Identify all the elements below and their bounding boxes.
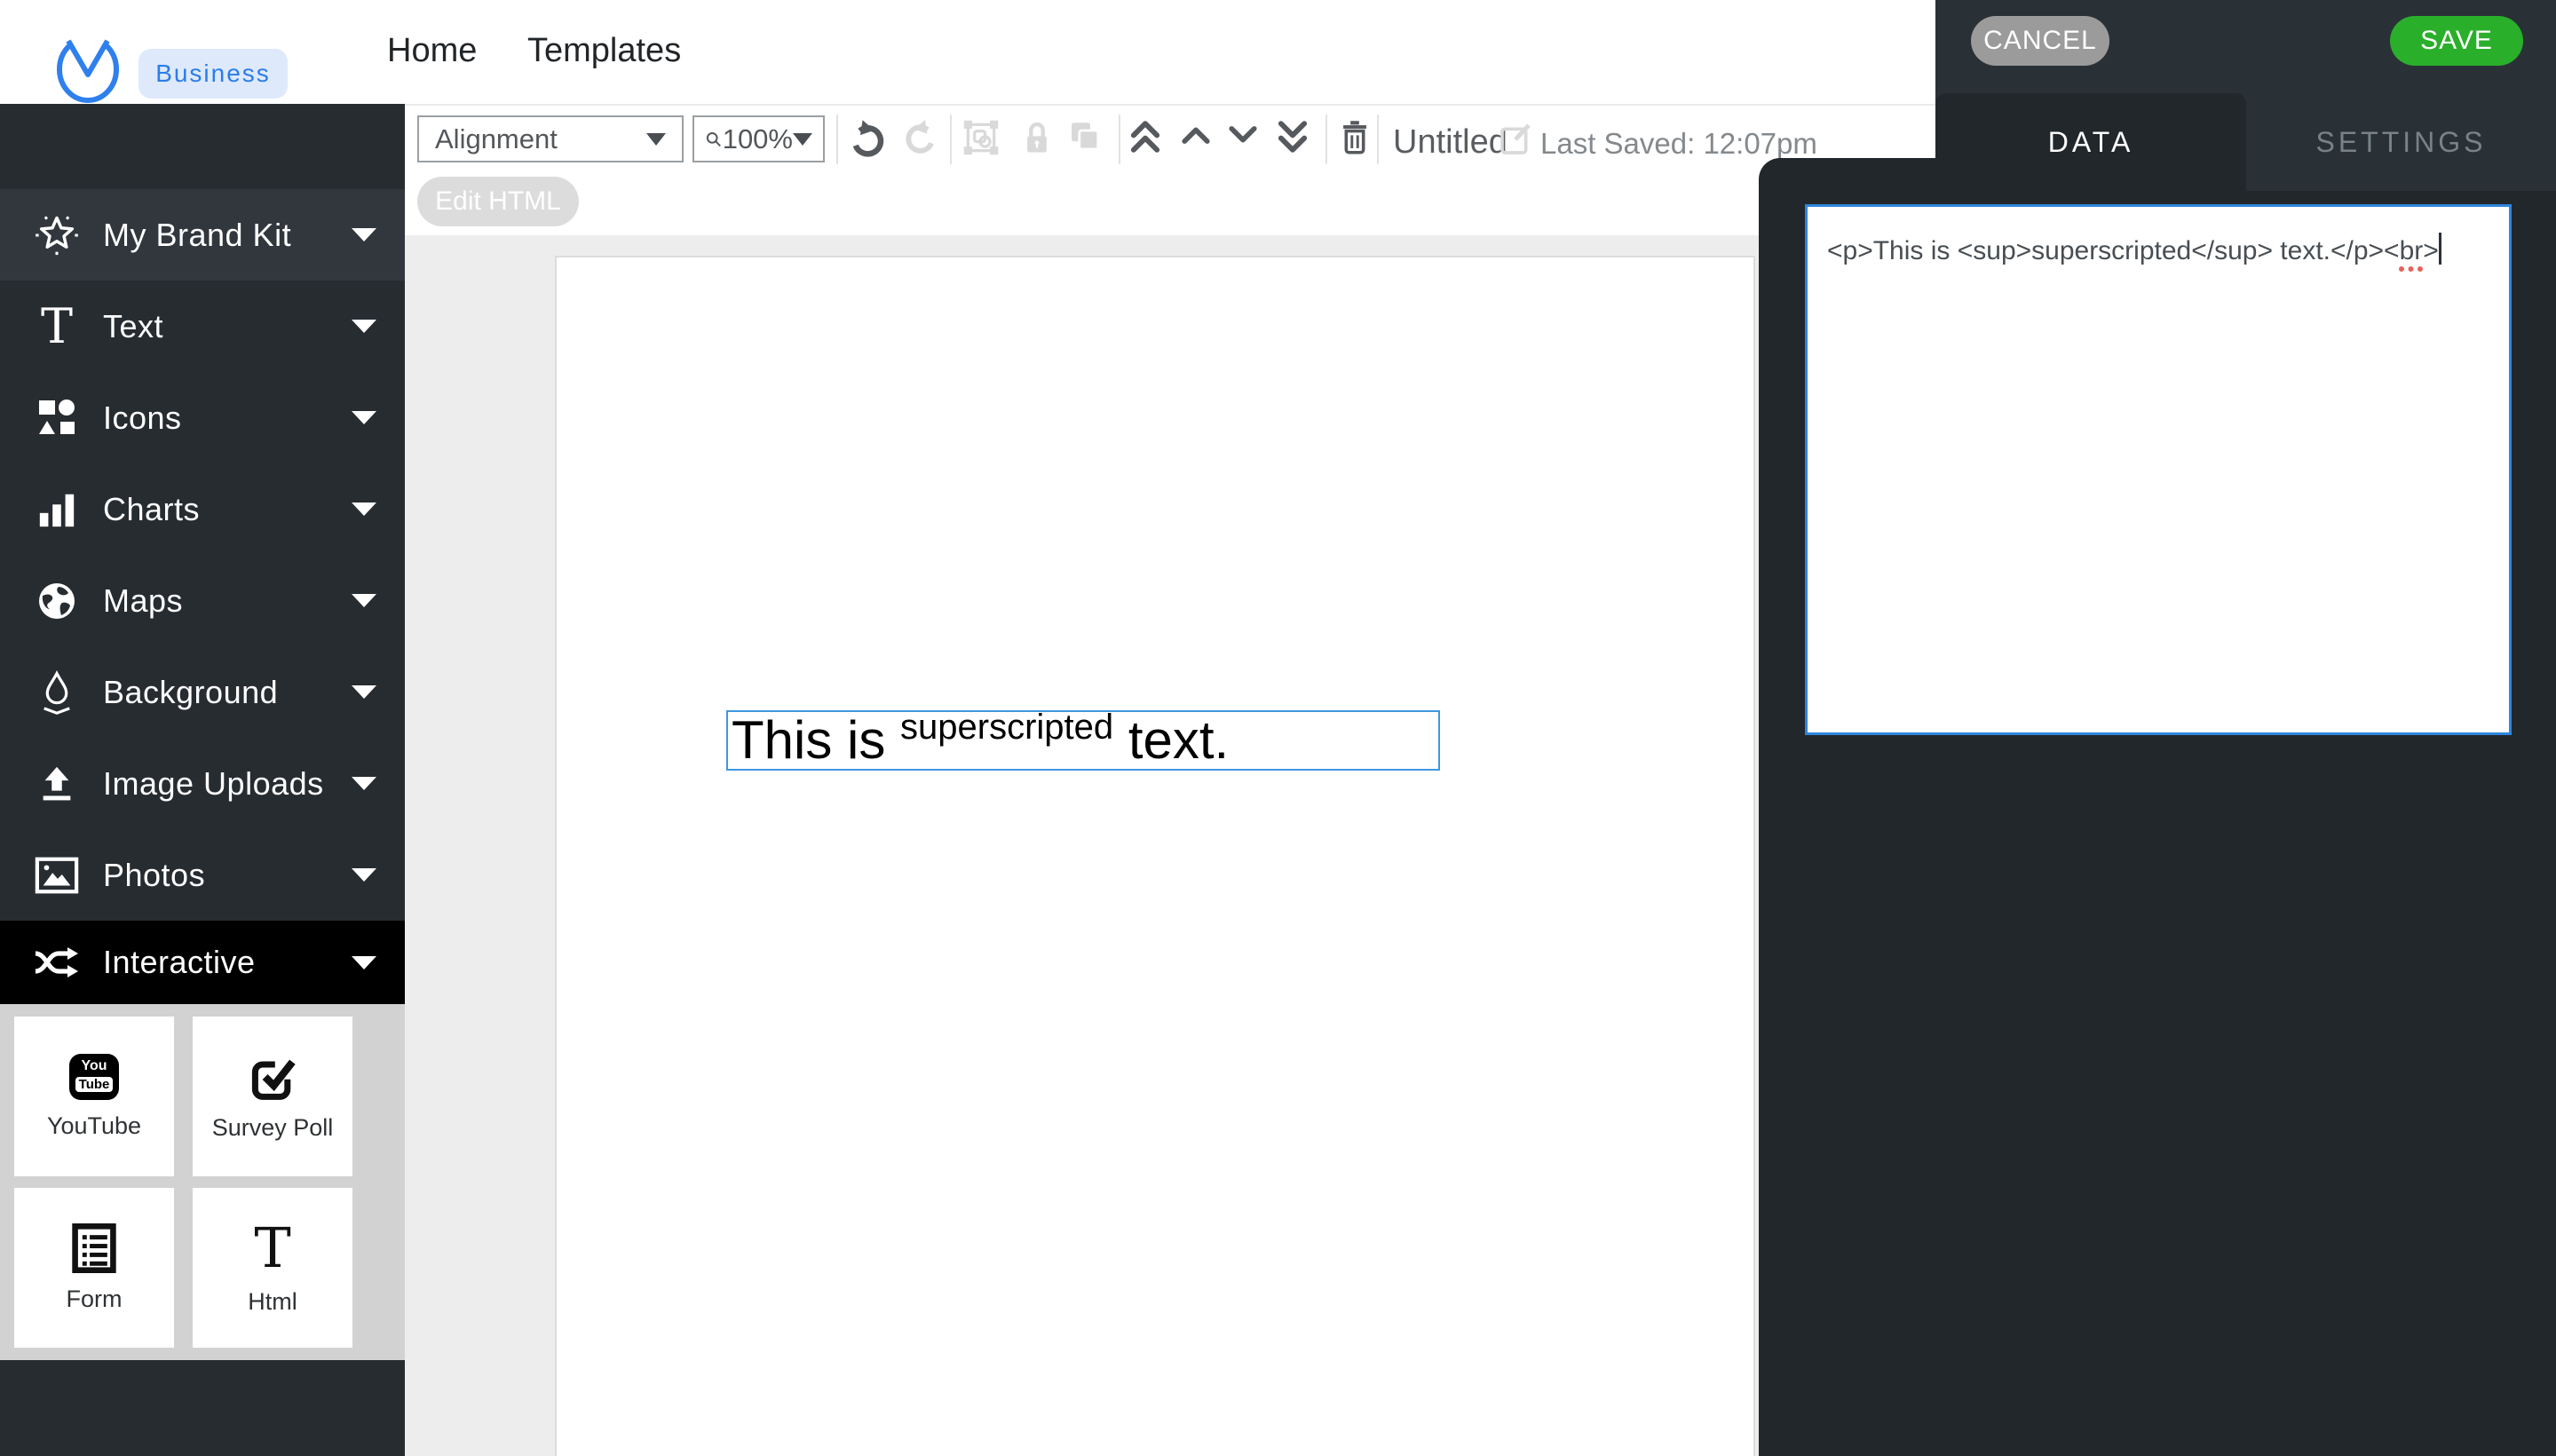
tile-youtube[interactable]: You Tube YouTube [14,1017,174,1176]
visme-logo-icon[interactable] [56,32,120,103]
send-backward-icon[interactable] [1228,123,1258,146]
youtube-icon: You Tube [69,1054,119,1100]
tile-label: YouTube [47,1112,141,1140]
sidebar-item-maps[interactable]: Maps [0,555,405,646]
youtube-icon-text: Tube [74,1075,115,1094]
shuffle-icon [28,945,85,980]
chevron-down-icon [646,133,666,146]
sidebar-item-label: Background [103,674,278,711]
canvas-text-superscript: superscripted [900,708,1113,747]
droplet-icon [28,670,85,715]
edit-html-button[interactable]: Edit HTML [417,177,579,226]
alignment-label: Alignment [435,123,558,155]
sidebar-item-background[interactable]: Background [0,646,405,738]
star-icon [28,212,85,258]
lock-icon[interactable] [1019,118,1055,157]
sidebar-item-label: My Brand Kit [103,217,291,254]
tab-settings[interactable]: SETTINGS [2246,93,2556,191]
toolbar-separator [1377,115,1379,164]
canvas-text: text. [1113,710,1229,770]
code-text-misspelled: br [2400,236,2424,265]
chevron-down-icon [352,777,376,790]
zoom-dropdown[interactable]: 100% [692,115,825,162]
text-icon: T [28,303,85,351]
tile-label: Form [67,1286,123,1313]
chevron-down-icon [793,133,812,146]
code-text: > [2423,236,2439,265]
zoom-value: 100% [723,123,793,155]
sidebar-item-photos[interactable]: Photos [0,829,405,921]
html-text-icon: T [254,1221,290,1276]
chevron-down-icon [352,868,376,882]
delete-trash-icon[interactable] [1340,118,1370,155]
bring-forward-icon[interactable] [1181,123,1211,146]
business-plan-badge: Business [138,49,288,99]
sidebar-item-label: Text [103,308,163,345]
toolbar-separator [950,115,952,164]
sidebar-item-label: Charts [103,491,200,528]
sidebar-item-label: Maps [103,582,183,620]
tab-data[interactable]: DATA [1935,93,2246,191]
tile-label: Survey Poll [212,1114,334,1142]
html-code-input[interactable]: <p>This is <sup>superscripted</sup> text… [1805,204,2512,735]
photo-icon [28,856,85,895]
upload-icon [28,764,85,804]
chevron-down-icon [352,411,376,424]
bar-chart-icon [28,489,85,530]
chevron-down-icon [352,502,376,516]
sidebar-item-icons[interactable]: Icons [0,372,405,463]
chevron-down-icon [352,685,376,699]
chevron-down-icon [352,956,376,969]
sidebar-item-label: Icons [103,400,182,437]
sidebar-item-interactive[interactable]: Interactive [0,921,405,1004]
interactive-panel: You Tube YouTube Survey Poll Form T Html [0,1004,405,1360]
sidebar-item-image-uploads[interactable]: Image Uploads [0,738,405,829]
tile-label: Html [248,1288,297,1316]
editor-toolbar: Alignment 100% [405,104,1935,235]
nav-home[interactable]: Home [387,32,477,70]
top-nav: Business Home Templates [0,0,1935,104]
sidebar-item-text[interactable]: T Text [0,281,405,372]
chevron-down-icon [352,320,376,333]
nav-templates[interactable]: Templates [527,32,681,70]
undo-icon[interactable] [847,118,888,159]
data-panel-header: CANCEL SAVE DATA SETTINGS [1935,0,2556,191]
globe-icon [28,580,85,622]
send-to-back-icon[interactable] [1275,116,1310,157]
canvas-text: This is [732,710,900,770]
chevron-down-icon [352,228,376,241]
chevron-down-icon [352,594,376,607]
group-icon[interactable] [961,118,1001,157]
bring-to-front-icon[interactable] [1128,116,1163,157]
sidebar-item-charts[interactable]: Charts [0,463,405,555]
search-icon [705,128,723,151]
tile-html[interactable]: T Html [193,1188,352,1348]
cancel-button[interactable]: CANCEL [1971,16,2109,66]
canvas-page[interactable] [555,256,1755,1456]
project-title[interactable]: Untitled [1393,123,1507,162]
text-cursor [2439,233,2441,265]
duplicate-icon[interactable] [1065,118,1103,155]
sidebar-item-label: Image Uploads [103,765,324,803]
toolbar-separator [1119,115,1120,164]
form-icon [70,1223,118,1273]
youtube-icon-text: You [81,1059,107,1073]
shapes-icon [28,397,85,439]
tile-survey-poll[interactable]: Survey Poll [193,1017,352,1176]
tile-form[interactable]: Form [14,1188,174,1348]
alignment-dropdown[interactable]: Alignment [417,115,684,162]
last-saved-status: Last Saved: 12:07pm [1540,127,1817,161]
save-button[interactable]: SAVE [2390,16,2523,66]
sidebar-item-label: Interactive [103,944,256,981]
rename-edit-icon[interactable] [1498,122,1533,157]
redo-icon[interactable] [902,118,939,155]
selected-text-element[interactable]: This is superscripted text. [726,710,1440,771]
survey-check-icon [248,1052,297,1102]
toolbar-separator [836,115,838,164]
sidebar-item-label: Photos [103,857,205,894]
code-text: <p>This is <sup>superscripted</sup> text… [1827,236,2400,265]
toolbar-separator [1325,115,1327,164]
sidebar-item-my-brand-kit[interactable]: My Brand Kit [0,189,405,281]
